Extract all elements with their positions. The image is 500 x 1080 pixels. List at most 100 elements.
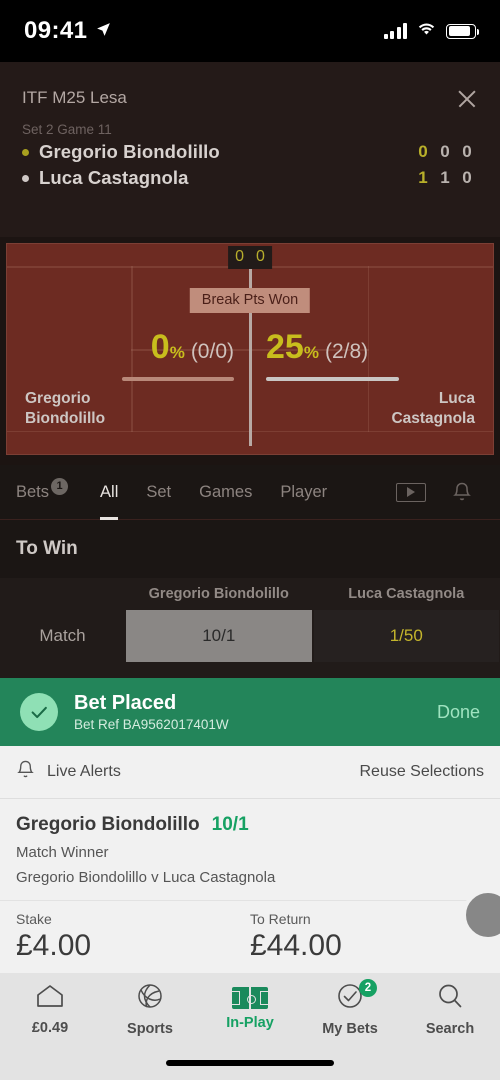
- search-icon: [436, 982, 464, 1015]
- percent-symbol: %: [303, 343, 319, 362]
- status-indicators: [383, 22, 480, 41]
- player-score: 0: [462, 168, 472, 187]
- serve-indicator-icon: [22, 148, 29, 156]
- stat-fraction: (0/0): [190, 340, 234, 363]
- signal-bars-icon: [383, 23, 407, 39]
- nav-item-sports[interactable]: Sports: [100, 973, 200, 1045]
- video-play-icon[interactable]: [396, 482, 426, 502]
- battery-icon: [446, 23, 480, 39]
- nav-item-in-play-label: In-Play: [226, 1015, 274, 1031]
- stat-label: Break Pts Won: [189, 288, 311, 313]
- court-player-left: Gregorio Biondolillo: [25, 389, 105, 428]
- player-score: 0: [462, 142, 472, 161]
- nav-item-in-play[interactable]: In-Play: [200, 973, 300, 1045]
- bet-event-name: Gregorio Biondolillo v Luca Castagnola: [16, 869, 276, 886]
- app-screen: 09:41 ITF M25 Lesa Set 2 Game 11 Gregori…: [0, 0, 500, 1080]
- odds-table: Gregorio Biondolillo Luca Castagnola Mat…: [0, 578, 500, 678]
- return-label: To Return: [250, 911, 311, 927]
- percent-symbol: %: [169, 343, 185, 362]
- tab-player[interactable]: Player: [266, 465, 341, 520]
- nav-item-sports-label: Sports: [127, 1020, 173, 1037]
- tab-bets-label: Bets: [16, 482, 50, 501]
- return-group: To Return £44.00: [250, 911, 484, 963]
- tennis-court: 0 0 Break Pts Won 0% (0/0) 25% (2/8) Grego…: [6, 243, 494, 455]
- tab-player-label: Player: [280, 482, 328, 501]
- nav-item-search-label: Search: [425, 1020, 475, 1037]
- nav-item-balance[interactable]: £0.49: [0, 973, 100, 1045]
- tab-set[interactable]: Set: [132, 465, 185, 520]
- live-alerts-label: Live Alerts: [47, 763, 121, 780]
- net-score: 0 0: [228, 246, 272, 269]
- bet-placed-title: Bet Placed: [74, 692, 177, 714]
- odds-button-away[interactable]: 1/50: [313, 610, 499, 662]
- bet-market-name: Match Winner: [16, 844, 109, 861]
- player-score-row: Luca Castagnola 1 1 0: [0, 163, 500, 189]
- bet-selection-row: Gregorio Biondolillo 10/1: [16, 814, 484, 836]
- home-indicator: [166, 1060, 334, 1066]
- court-player-right-line2: Castagnola: [391, 409, 475, 427]
- court-player-right-line1: Luca: [438, 390, 475, 408]
- bet-slip: Live Alerts Reuse Selections Gregorio Bi…: [0, 746, 500, 973]
- tab-games[interactable]: Games: [185, 465, 266, 520]
- nav-item-my-bets-badge: 2: [359, 979, 377, 997]
- bet-slip-actions: Live Alerts Reuse Selections: [0, 746, 500, 799]
- done-button[interactable]: Done: [437, 702, 480, 723]
- reuse-selections-button[interactable]: Reuse Selections: [359, 763, 484, 781]
- tab-icon-group: [396, 481, 500, 503]
- stat-right: 25% (2/8): [250, 330, 493, 381]
- bell-icon: [16, 759, 35, 785]
- status-bar: 09:41: [0, 0, 500, 62]
- player-score: 1: [418, 168, 428, 187]
- stat-percent: 0: [150, 328, 170, 366]
- location-arrow-icon: [95, 17, 112, 45]
- nav-item-balance-label: £0.49: [31, 1019, 69, 1036]
- home-icon: [35, 983, 65, 1014]
- pitch-icon: [232, 987, 268, 1009]
- status-time-group: 09:41: [24, 17, 112, 45]
- tab-set-label: Set: [146, 482, 172, 501]
- competition-name: ITF M25 Lesa: [22, 88, 127, 107]
- player-score-row: Gregorio Biondolillo 0 0 0: [0, 137, 500, 163]
- court-player-right: Luca Castagnola: [391, 389, 475, 428]
- ball-icon: [136, 982, 164, 1015]
- odds-column-header: Gregorio Biondolillo: [148, 586, 289, 602]
- tab-all-label: All: [100, 482, 119, 501]
- tab-bets-badge: 1: [51, 477, 69, 495]
- check-circle-icon: [20, 693, 58, 731]
- odds-table-header: Gregorio Biondolillo Luca Castagnola: [0, 578, 500, 610]
- bottom-nav-items: £0.49 Sports In-Play 2 My Bets Search: [0, 973, 500, 1045]
- stake-group: Stake £4.00: [16, 911, 250, 963]
- tab-bets[interactable]: Bets 1: [16, 477, 69, 502]
- bottom-navigation: £0.49 Sports In-Play 2 My Bets Search: [0, 973, 500, 1080]
- net-score-left: 0: [235, 248, 244, 265]
- close-icon[interactable]: [456, 88, 478, 110]
- bell-icon[interactable]: [452, 481, 472, 503]
- stake-label: Stake: [16, 911, 52, 927]
- player-name: Luca Castagnola: [39, 167, 189, 188]
- match-header-top: ITF M25 Lesa: [0, 62, 500, 110]
- court-player-left-line1: Gregorio: [25, 390, 91, 408]
- stat-bar-right: [266, 377, 399, 381]
- stat-fraction: (2/8): [324, 340, 369, 363]
- player-score: 1: [440, 168, 450, 187]
- match-header-card: ITF M25 Lesa Set 2 Game 11 Gregorio Bion…: [0, 62, 500, 237]
- bet-selection-name: Gregorio Biondolillo: [16, 814, 200, 835]
- bet-placed-text: Bet Placed Bet Ref BA9562017401W: [74, 692, 437, 732]
- nav-item-search[interactable]: Search: [400, 973, 500, 1045]
- live-alerts-button[interactable]: Live Alerts: [16, 759, 121, 785]
- stat-bar-left: [122, 377, 234, 381]
- player-score: 0: [418, 142, 428, 161]
- nav-item-my-bets-label: My Bets: [322, 1020, 378, 1037]
- player-score: 0: [440, 142, 450, 161]
- odds-column-header: Luca Castagnola: [348, 586, 465, 602]
- bet-slip-footer: Stake £4.00 To Return £44.00: [0, 900, 500, 963]
- tab-games-label: Games: [199, 482, 253, 501]
- stat-left: 0% (0/0): [7, 330, 250, 381]
- court-visualisation: 0 0 Break Pts Won 0% (0/0) 25% (2/8) Grego…: [0, 237, 500, 465]
- nav-item-my-bets[interactable]: 2 My Bets: [300, 973, 400, 1045]
- odds-button-home[interactable]: 10/1: [126, 610, 312, 662]
- status-time: 09:41: [24, 17, 88, 44]
- stake-value: £4.00: [16, 929, 92, 962]
- bet-reference: Bet Ref BA9562017401W: [74, 717, 229, 732]
- tab-all[interactable]: All: [86, 465, 132, 520]
